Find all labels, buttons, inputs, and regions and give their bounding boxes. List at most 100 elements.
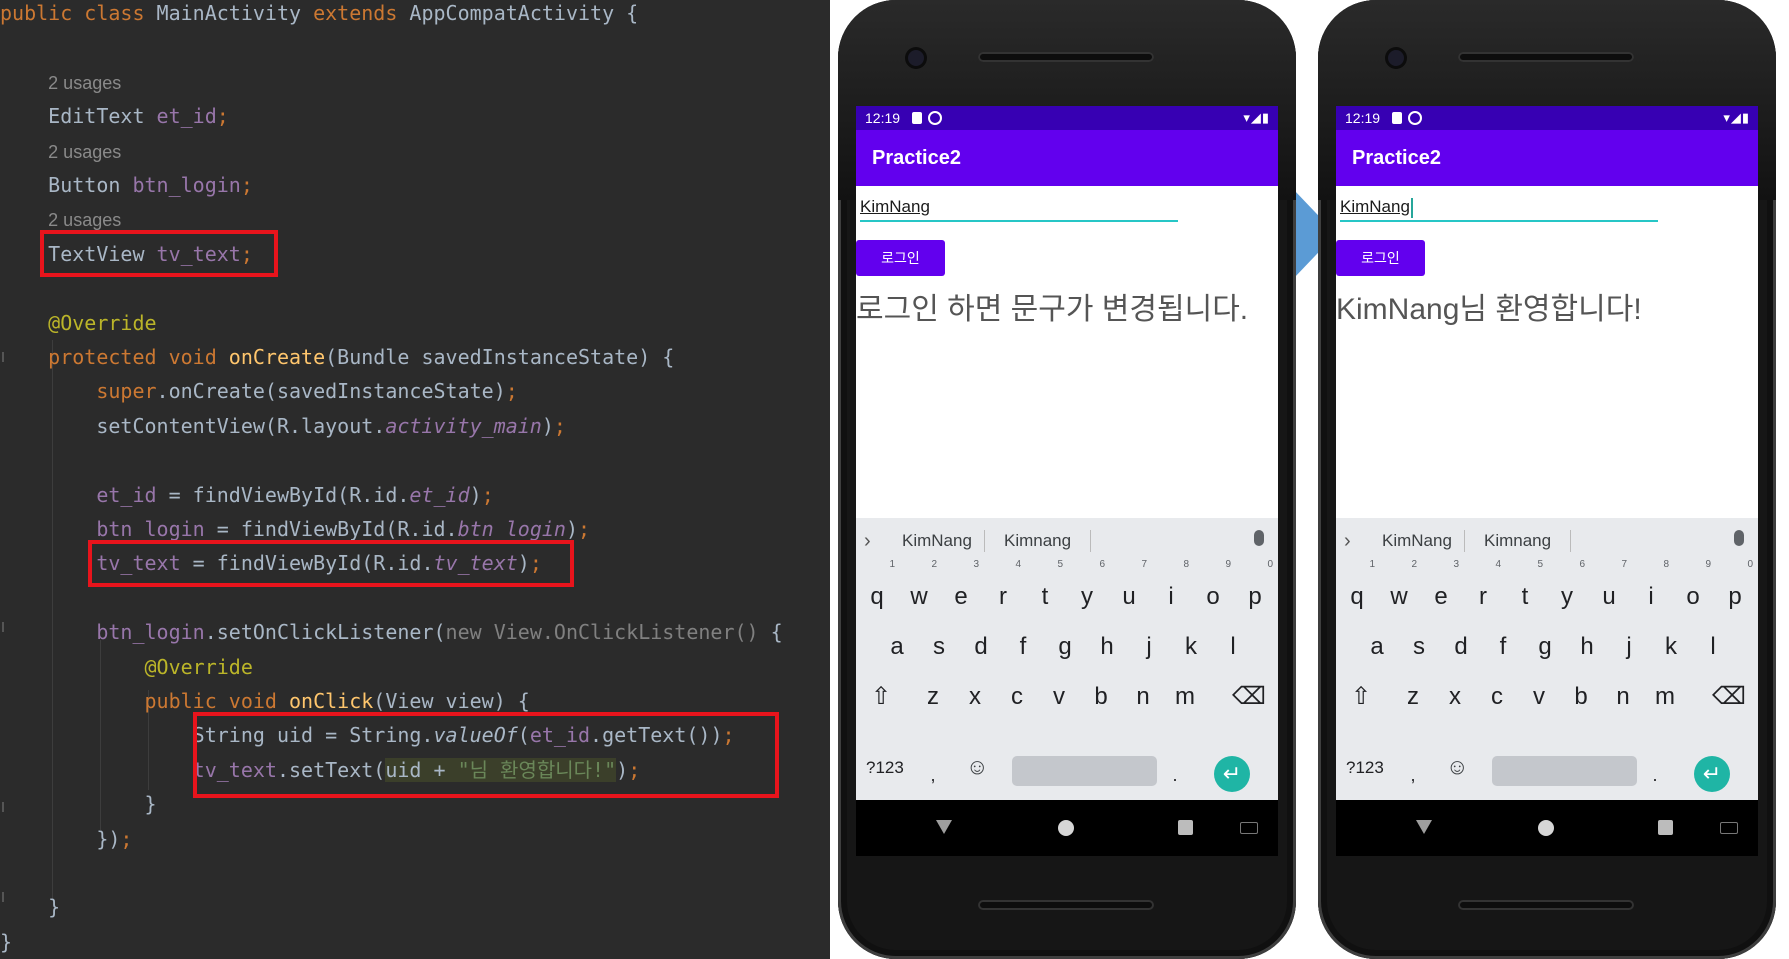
key-b[interactable]: b — [1082, 674, 1120, 720]
suggestion-1[interactable]: KimNang — [1382, 531, 1452, 551]
key-s[interactable]: s — [1400, 624, 1438, 670]
symbols-key[interactable]: ?123 — [1346, 758, 1384, 778]
key-a[interactable]: a — [878, 624, 916, 670]
key-f[interactable]: f — [1484, 624, 1522, 670]
key-n[interactable]: n — [1604, 674, 1642, 720]
period-key[interactable]: . — [1156, 752, 1194, 798]
key-n[interactable]: n — [1124, 674, 1162, 720]
backspace-icon[interactable]: ⌫ — [1710, 674, 1748, 720]
space-key[interactable] — [1492, 756, 1637, 786]
key-y[interactable]: y6 — [1548, 560, 1586, 620]
key-e[interactable]: e3 — [942, 560, 980, 620]
key-e[interactable]: e3 — [1422, 560, 1460, 620]
key-o[interactable]: o9 — [1194, 560, 1232, 620]
key-f[interactable]: f — [1004, 624, 1042, 670]
fold-marker[interactable] — [2, 622, 4, 632]
recents-icon[interactable] — [1658, 820, 1673, 835]
key-h[interactable]: h — [1568, 624, 1606, 670]
key-s[interactable]: s — [920, 624, 958, 670]
key-i[interactable]: i8 — [1152, 560, 1190, 620]
key-v[interactable]: v — [1520, 674, 1558, 720]
login-button[interactable]: 로그인 — [856, 240, 945, 276]
key-x[interactable]: x — [956, 674, 994, 720]
microphone-icon[interactable] — [1734, 530, 1744, 546]
key-b[interactable]: b — [1562, 674, 1600, 720]
key-c[interactable]: c — [1478, 674, 1516, 720]
suggestion-2[interactable]: Kimnang — [1004, 531, 1071, 551]
enter-icon[interactable]: ↵ — [1694, 756, 1730, 792]
keyboard-switch-icon[interactable] — [1240, 822, 1258, 834]
home-icon[interactable] — [1538, 820, 1554, 836]
emoji-icon[interactable]: ☺ — [966, 754, 988, 780]
back-icon[interactable] — [1416, 820, 1432, 834]
keyboard-switch-icon[interactable] — [1720, 822, 1738, 834]
key-c[interactable]: c — [998, 674, 1036, 720]
key-u[interactable]: u7 — [1110, 560, 1148, 620]
key-u[interactable]: u7 — [1590, 560, 1628, 620]
key-k[interactable]: k — [1652, 624, 1690, 670]
key-l[interactable]: l — [1214, 624, 1252, 670]
key-m[interactable]: m — [1646, 674, 1684, 720]
key-q[interactable]: q1 — [1338, 560, 1376, 620]
backspace-icon[interactable]: ⌫ — [1230, 674, 1268, 720]
key-g[interactable]: g — [1046, 624, 1084, 670]
key-d[interactable]: d — [962, 624, 1000, 670]
key-k[interactable]: k — [1172, 624, 1210, 670]
fold-marker[interactable] — [2, 892, 4, 902]
recents-icon[interactable] — [1178, 820, 1193, 835]
enter-icon[interactable]: ↵ — [1214, 756, 1250, 792]
key-j[interactable]: j — [1130, 624, 1168, 670]
code-token: public — [0, 1, 73, 25]
key-h[interactable]: h — [1088, 624, 1126, 670]
microphone-icon[interactable] — [1254, 530, 1264, 546]
camera-icon — [1388, 50, 1404, 66]
key-z[interactable]: z — [1394, 674, 1432, 720]
key-a[interactable]: a — [1358, 624, 1396, 670]
key-d[interactable]: d — [1442, 624, 1480, 670]
period-key[interactable]: . — [1636, 752, 1674, 798]
symbols-key[interactable]: ?123 — [866, 758, 904, 778]
key-y[interactable]: y6 — [1068, 560, 1106, 620]
back-icon[interactable] — [936, 820, 952, 834]
code-editor: public class MainActivity extends AppCom… — [0, 0, 830, 959]
key-z[interactable]: z — [914, 674, 952, 720]
key-o[interactable]: o9 — [1674, 560, 1712, 620]
key-x[interactable]: x — [1436, 674, 1474, 720]
key-j[interactable]: j — [1610, 624, 1648, 670]
chevron-right-icon[interactable]: › — [1344, 530, 1351, 553]
key-j-label: j — [1626, 633, 1632, 660]
key-p[interactable]: p0 — [1716, 560, 1754, 620]
suggestion-1[interactable]: KimNang — [902, 531, 972, 551]
app-title: Practice2 — [1352, 147, 1441, 169]
login-button[interactable]: 로그인 — [1336, 240, 1425, 276]
key-l[interactable]: l — [1694, 624, 1732, 670]
key-hint: 1 — [1369, 559, 1375, 570]
key-i[interactable]: i8 — [1632, 560, 1670, 620]
fold-marker[interactable] — [2, 352, 4, 362]
shift-icon[interactable]: ⇧ — [1342, 674, 1380, 720]
id-edit-text[interactable]: KimNang — [1340, 192, 1658, 222]
key-w[interactable]: w2 — [900, 560, 938, 620]
key-r[interactable]: r4 — [984, 560, 1022, 620]
home-icon[interactable] — [1058, 820, 1074, 836]
key-r[interactable]: r4 — [1464, 560, 1502, 620]
key-w[interactable]: w2 — [1380, 560, 1418, 620]
key-t[interactable]: t5 — [1506, 560, 1544, 620]
comma-key[interactable]: , — [1394, 752, 1432, 798]
key-p[interactable]: p0 — [1236, 560, 1274, 620]
code-token: = findViewById(R.id. — [204, 517, 458, 541]
comma-key[interactable]: , — [914, 752, 952, 798]
key-m[interactable]: m — [1166, 674, 1204, 720]
code-token: ; — [505, 379, 518, 404]
key-q[interactable]: q1 — [858, 560, 896, 620]
key-v[interactable]: v — [1040, 674, 1078, 720]
key-t[interactable]: t5 — [1026, 560, 1064, 620]
emoji-icon[interactable]: ☺ — [1446, 754, 1468, 780]
id-edit-text[interactable]: KimNang — [860, 192, 1178, 222]
space-key[interactable] — [1012, 756, 1157, 786]
shift-icon[interactable]: ⇧ — [862, 674, 900, 720]
key-g[interactable]: g — [1526, 624, 1564, 670]
fold-marker[interactable] — [2, 802, 4, 812]
suggestion-2[interactable]: Kimnang — [1484, 531, 1551, 551]
chevron-right-icon[interactable]: › — [864, 530, 871, 553]
